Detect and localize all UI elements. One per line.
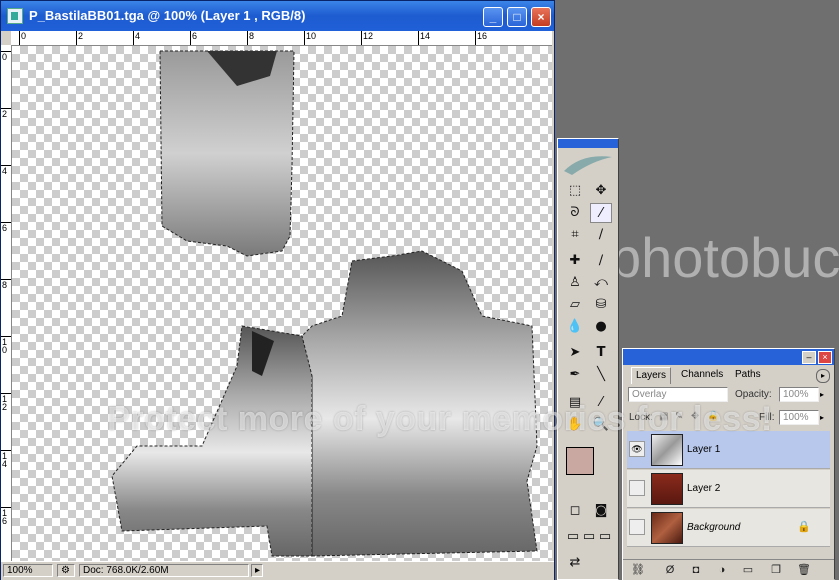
layer-row-background[interactable]: Background 🔒	[627, 509, 830, 547]
palette-minimize-button[interactable]: –	[802, 351, 816, 364]
ruler-tick	[190, 31, 191, 45]
visibility-eye-icon[interactable]: 👁	[629, 441, 645, 457]
window-title: P_BastilaBB01.tga @ 100% (Layer 1 , RGB/…	[29, 8, 306, 23]
zoom-field[interactable]: 100%	[3, 564, 53, 577]
doc-size: Doc: 768.0K/2.60M	[79, 564, 249, 577]
layers-titlebar[interactable]: – ×	[623, 349, 834, 365]
healing-brush-tool-icon[interactable]: ✚	[564, 251, 586, 271]
status-arrow-icon[interactable]: ▸	[251, 564, 263, 577]
marquee-tool-icon[interactable]: ⬚	[564, 181, 586, 201]
ruler-label: 6	[192, 31, 198, 41]
new-group-icon[interactable]: ▭	[741, 563, 755, 577]
paint-bucket-tool-icon[interactable]: ⛁	[590, 295, 612, 315]
ruler-label: 1 4	[2, 451, 8, 469]
document-window: P_BastilaBB01.tga @ 100% (Layer 1 , RGB/…	[0, 0, 555, 580]
ruler-label: 6	[2, 223, 8, 233]
layer-lock-icon: 🔒	[797, 521, 811, 533]
ruler-label: 4	[2, 166, 8, 176]
ruler-label: 0	[2, 52, 8, 62]
horizontal-ruler[interactable]: 0 2 4 6 8 10 12 14 16	[11, 31, 552, 46]
ruler-label: 8	[249, 31, 255, 41]
palette-close-button[interactable]: ×	[818, 351, 832, 364]
layer-thumbnail	[651, 512, 683, 544]
ruler-label: 8	[2, 280, 8, 290]
lasso-tool-icon[interactable]: ᘐ	[564, 203, 586, 223]
opacity-label: Opacity:	[735, 389, 772, 400]
minimize-button[interactable]: _	[483, 7, 503, 27]
close-button[interactable]: ×	[531, 7, 551, 27]
ruler-label: 10	[306, 31, 317, 41]
ruler-tick	[418, 31, 419, 45]
maximize-button[interactable]: □	[507, 7, 527, 27]
history-brush-tool-icon[interactable]: ⤺	[590, 273, 612, 293]
ruler-label: 0	[21, 31, 27, 41]
crop-tool-icon[interactable]: ⌗	[564, 225, 586, 245]
standard-mode-icon[interactable]: ◻	[564, 501, 586, 521]
dodge-tool-icon[interactable]: ●	[590, 317, 612, 337]
line-tool-icon[interactable]: ╲	[590, 365, 612, 385]
ruler-tick	[475, 31, 476, 45]
watermark-logo: photobucket	[610, 226, 839, 289]
layers-palette: – × Layers Channels Paths ▸ Overlay Opac…	[622, 348, 835, 580]
foreground-color-swatch[interactable]	[566, 447, 594, 475]
tab-layers[interactable]: Layers	[631, 367, 672, 384]
move-tool-icon[interactable]: ✥	[590, 181, 612, 201]
ruler-tick	[19, 31, 20, 45]
ruler-tick	[247, 31, 248, 45]
watermark-text: Protect more of your memories for less!	[107, 400, 773, 438]
tab-paths[interactable]: Paths	[731, 367, 765, 383]
new-layer-icon[interactable]: ❐	[769, 563, 783, 577]
eraser-tool-icon[interactable]: ▱	[564, 295, 586, 315]
visibility-toggle-icon[interactable]	[629, 480, 645, 496]
layer-name: Background	[687, 522, 741, 533]
ruler-label: 2	[2, 109, 8, 119]
ruler-tick	[304, 31, 305, 45]
path-select-tool-icon[interactable]: ➤	[564, 343, 586, 363]
jump-to-imageready-icon[interactable]: ⇄	[564, 553, 586, 573]
magic-wand-tool-icon[interactable]: ⁄	[590, 203, 612, 223]
blur-tool-icon[interactable]: 💧	[564, 317, 586, 337]
slice-tool-icon[interactable]: ∕	[590, 225, 612, 245]
ruler-tick	[361, 31, 362, 45]
quick-mask-icon[interactable]: ◙	[590, 501, 612, 521]
ruler-label: 1 0	[2, 337, 8, 355]
image-canvas[interactable]	[12, 46, 552, 561]
tab-channels[interactable]: Channels	[677, 367, 727, 383]
type-tool-icon[interactable]: T	[590, 343, 612, 363]
ruler-label: 12	[363, 31, 374, 41]
screen-mode-full-icon[interactable]: ▭	[594, 527, 616, 547]
status-menu-icon[interactable]: ⚙	[57, 564, 75, 577]
ruler-label: 4	[135, 31, 141, 41]
ruler-label: 1 2	[2, 394, 8, 412]
visibility-toggle-icon[interactable]	[629, 519, 645, 535]
brush-tool-icon[interactable]: ∕	[590, 251, 612, 271]
photoshop-doc-icon	[7, 8, 23, 24]
title-bar[interactable]: P_BastilaBB01.tga @ 100% (Layer 1 , RGB/…	[1, 1, 554, 31]
layer-thumbnail	[651, 473, 683, 505]
toolbox-titlebar[interactable]	[558, 139, 618, 148]
layers-footer: ⛓ Ø ◘ ◑ ▭ ❐ 🗑	[623, 559, 834, 580]
link-layers-icon[interactable]: ⛓	[631, 563, 645, 577]
ruler-label: 2	[78, 31, 84, 41]
clone-stamp-tool-icon[interactable]: ♙	[564, 273, 586, 293]
delete-layer-icon[interactable]: 🗑	[797, 563, 811, 577]
pen-tool-icon[interactable]: ✒	[564, 365, 586, 385]
status-bar: 100% ⚙ Doc: 768.0K/2.60M ▸	[1, 561, 554, 580]
texture-art	[111, 50, 538, 557]
ruler-tick	[133, 31, 134, 45]
palette-menu-icon[interactable]: ▸	[816, 369, 830, 383]
ruler-label: 16	[477, 31, 488, 41]
layer-name: Layer 2	[687, 483, 721, 494]
ruler-label: 1 6	[2, 508, 8, 526]
layer-style-icon[interactable]: Ø	[663, 563, 677, 577]
ruler-tick	[76, 31, 77, 45]
layer-mask-icon[interactable]: ◘	[689, 563, 703, 577]
toolbox: ⬚ ✥ ᘐ ⁄ ⌗ ∕ ✚ ∕ ♙ ⤺ ▱ ⛁ 💧 ● ➤ T ✒ ╲ ▤ ⁄ …	[557, 138, 619, 580]
layer-row-layer-2[interactable]: Layer 2	[627, 470, 830, 508]
layer-name: Layer 1	[687, 444, 721, 455]
adjustment-layer-icon[interactable]: ◑	[715, 563, 729, 577]
ruler-label: 14	[420, 31, 431, 41]
feather-icon	[564, 156, 612, 175]
vertical-ruler[interactable]: 0 2 4 6 8 1 0 1 2 1 4 1 6	[1, 45, 12, 561]
